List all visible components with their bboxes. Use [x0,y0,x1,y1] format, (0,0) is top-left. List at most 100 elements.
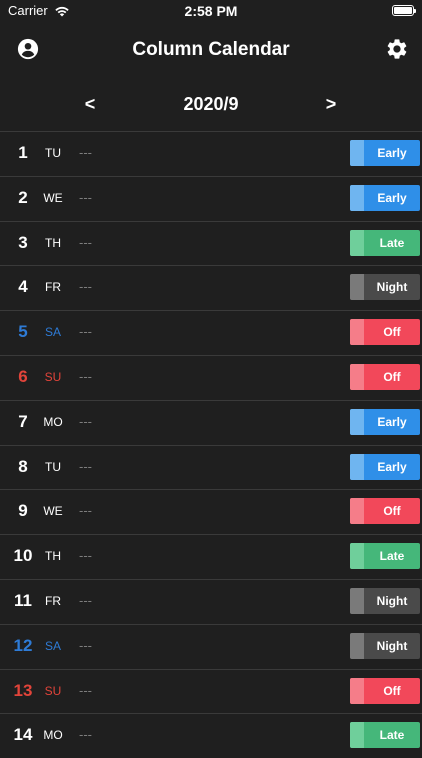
day-number: 9 [18,501,28,521]
day-row[interactable]: 4 FR --- Night [0,265,422,310]
shift-label: Early [377,146,407,160]
day-weekday: SA [44,638,61,653]
day-number: 11 [14,590,32,610]
day-row[interactable]: 9 WE --- Off [0,489,422,534]
day-number: 14 [13,725,33,745]
day-number: 13 [13,680,33,700]
day-weekday: WE [43,190,63,205]
day-weekday: FR [45,280,61,295]
shift-color-stripe [350,140,364,166]
shift-label: Off [383,369,401,384]
day-row[interactable]: 5 SA --- Off [0,310,422,355]
day-weekday: WE [43,504,63,519]
day-note: --- [79,458,92,474]
shift-color-stripe [350,632,364,659]
day-weekday: SU [44,369,62,384]
shift-color-stripe [350,722,364,749]
day-row[interactable]: 8 TU --- Early [0,444,422,490]
day-weekday: MO [43,728,63,743]
shift-label: Night [376,280,408,295]
day-number: 5 [18,322,28,342]
status-time: 2:58 PM [184,3,238,19]
shift-label: Off [383,683,401,698]
shift-color-stripe [350,498,364,525]
day-row[interactable]: 1 TU --- Early [0,131,422,176]
day-weekday: TU [45,459,61,474]
shift-badge[interactable]: Off [350,498,420,525]
day-note: --- [79,503,92,519]
day-weekday: SU [44,683,62,698]
day-list: 1 TU --- Early 2 WE --- Early 3 TH --- Late 4 FR --- Ni… [0,131,422,758]
shift-label: Off [383,325,401,340]
day-number: 2 [18,187,28,207]
day-row[interactable]: 13 SU --- Off [0,668,422,714]
shift-label: Early [377,459,407,474]
shift-label: Off [383,504,401,519]
day-number: 8 [18,456,28,476]
shift-color-stripe [350,184,364,211]
shift-label: Early [377,190,407,205]
day-row[interactable]: 3 TH --- Late [0,220,422,266]
day-note: --- [79,413,92,429]
day-note: --- [79,637,92,653]
shift-badge[interactable]: Night [350,274,420,301]
shift-badge[interactable]: Early [350,453,420,480]
day-weekday: MO [43,414,63,429]
shift-badge[interactable]: Night [350,632,420,659]
month-label: 2020/9 [183,94,239,114]
shift-label: Early [377,414,407,429]
day-row[interactable]: 6 SU --- Off [0,354,422,400]
shift-color-stripe [350,543,364,570]
day-row[interactable]: 14 MO --- Late [0,713,422,758]
day-number: 10 [13,546,33,566]
shift-label: Night [376,638,408,653]
shift-color-stripe [350,274,364,301]
day-weekday: FR [45,593,61,608]
shift-color-stripe [350,319,364,346]
day-note: --- [79,682,92,698]
status-bar: Carrier 2:58 PM [0,0,422,22]
shift-badge[interactable]: Off [350,363,420,390]
shift-label: Late [379,235,405,250]
day-number: 1 [18,143,28,162]
day-number: 12 [13,635,33,655]
shift-color-stripe [350,229,364,256]
shift-color-stripe [350,408,364,435]
day-row[interactable]: 10 TH --- Late [0,534,422,579]
month-selector: < 2020/9 > [0,80,422,132]
day-note: --- [79,145,92,160]
gear-icon[interactable] [385,37,409,61]
day-note: --- [79,368,92,384]
shift-badge[interactable]: Late [350,229,420,256]
shift-label: Late [379,549,405,564]
day-note: --- [79,592,92,608]
day-number: 3 [18,232,28,252]
shift-color-stripe [350,363,364,390]
shift-badge[interactable]: Late [350,722,420,749]
day-row[interactable]: 11 FR --- Night [0,578,422,624]
day-note: --- [79,727,92,743]
day-note: --- [79,548,92,564]
day-row[interactable]: 7 MO --- Early [0,399,422,445]
battery-icon [392,5,416,16]
shift-badge[interactable]: Early [350,184,420,211]
shift-badge[interactable]: Night [350,587,420,614]
shift-badge[interactable]: Early [350,140,420,166]
battery-fill [394,7,412,14]
shift-badge[interactable]: Late [350,543,420,570]
day-note: --- [79,234,92,250]
day-number: 7 [18,411,28,431]
shift-badge[interactable]: Early [350,408,420,435]
shift-badge[interactable]: Off [350,677,420,704]
day-number: 6 [18,366,28,386]
day-row[interactable]: 12 SA --- Night [0,623,422,669]
day-row[interactable]: 2 WE --- Early [0,175,422,221]
page-title: Column Calendar [132,39,290,60]
shift-label: Late [379,728,405,743]
shift-badge[interactable]: Off [350,319,420,346]
day-note: --- [79,279,92,295]
day-weekday: TU [45,146,61,160]
next-month-button[interactable]: > [319,94,343,115]
shift-color-stripe [350,677,364,704]
day-note: --- [79,324,92,340]
